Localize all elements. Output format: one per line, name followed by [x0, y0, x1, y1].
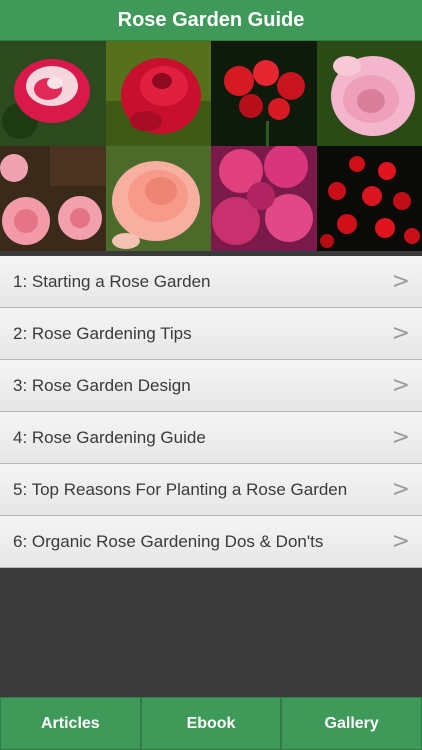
article-label: 4: Rose Gardening Guide	[13, 427, 206, 447]
article-label: 2: Rose Gardening Tips	[13, 323, 192, 343]
article-row-5[interactable]: 5: Top Reasons For Planting a Rose Garde…	[0, 464, 422, 516]
chevron-right-icon: >	[391, 321, 410, 346]
chevron-right-icon: >	[391, 425, 410, 450]
chevron-right-icon: >	[391, 269, 410, 294]
rose-photo-red-dew	[106, 41, 211, 146]
rose-photo-magenta	[211, 146, 317, 251]
article-row-4[interactable]: 4: Rose Gardening Guide >	[0, 412, 422, 464]
article-label: 1: Starting a Rose Garden	[13, 271, 211, 291]
article-label: 3: Rose Garden Design	[13, 375, 191, 395]
chevron-right-icon: >	[391, 373, 410, 398]
rose-photo-red-cluster	[211, 41, 317, 146]
page-title: Rose Garden Guide	[117, 8, 305, 31]
article-label: 6: Organic Rose Gardening Dos & Don'ts	[13, 531, 324, 551]
title-bar: Rose Garden Guide	[0, 0, 422, 41]
rose-photo-mosaic	[0, 41, 422, 251]
rose-photo-red-shrub	[317, 146, 422, 251]
article-row-1[interactable]: 1: Starting a Rose Garden >	[0, 256, 422, 308]
article-row-3[interactable]: 3: Rose Garden Design >	[0, 360, 422, 412]
tab-ebook[interactable]: Ebook	[141, 698, 281, 749]
chevron-right-icon: >	[391, 529, 410, 554]
rose-photo-pink-bush	[0, 146, 106, 251]
article-row-2[interactable]: 2: Rose Gardening Tips >	[0, 308, 422, 360]
chevron-right-icon: >	[391, 477, 410, 502]
article-list: 1: Starting a Rose Garden > 2: Rose Gard…	[0, 256, 422, 568]
rose-photo-bicolor	[0, 41, 106, 146]
tab-gallery[interactable]: Gallery	[282, 698, 422, 749]
tab-articles[interactable]: Articles	[1, 698, 140, 749]
rose-photo-pink-light	[317, 41, 422, 146]
bottom-tab-bar: Articles Ebook Gallery	[0, 697, 422, 750]
rose-photo-peach	[106, 146, 211, 251]
article-label: 5: Top Reasons For Planting a Rose Garde…	[13, 479, 348, 499]
article-row-6[interactable]: 6: Organic Rose Gardening Dos & Don'ts >	[0, 516, 422, 568]
